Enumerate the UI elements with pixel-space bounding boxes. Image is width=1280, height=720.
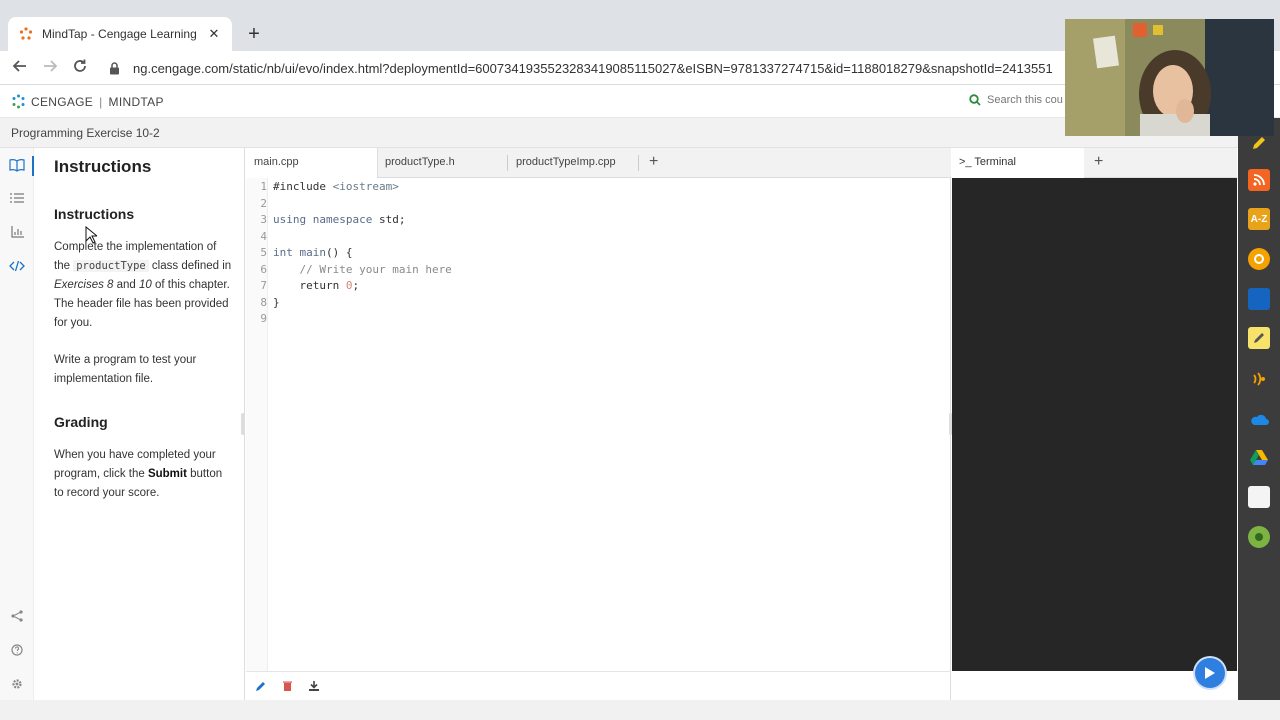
book-icon[interactable] (9, 157, 25, 173)
search-placeholder: Search this cou (987, 94, 1063, 106)
url-text: ng.cengage.com/static/nb/ui/evo/index.ht… (133, 61, 1053, 76)
grading-heading: Grading (54, 414, 108, 430)
code-icon[interactable] (9, 258, 25, 274)
onedrive-cloud-icon[interactable] (1248, 408, 1270, 430)
google-drive-icon[interactable] (1248, 447, 1270, 469)
readspeaker-icon[interactable] (1248, 248, 1270, 270)
tab-producttype-h[interactable]: productType.h (377, 155, 508, 171)
line-number: 2 (260, 196, 267, 210)
line-number: 3 (260, 213, 267, 226)
back-arrow-icon[interactable] (10, 58, 30, 78)
panel-resize-handle[interactable] (241, 413, 245, 435)
lock-icon (105, 62, 123, 75)
download-icon[interactable] (307, 679, 321, 693)
add-terminal-button[interactable]: + (1094, 153, 1103, 171)
exercise-title: Programming Exercise 10-2 (11, 126, 160, 140)
notepad-icon[interactable] (1248, 486, 1270, 508)
line-number-gutter: 1 2 3 4 5 6 7 8 9 (246, 178, 268, 671)
code-line: int main() { (273, 246, 353, 259)
instructions-heading: Instructions (54, 206, 135, 222)
ebook-icon[interactable] (1248, 288, 1270, 310)
reload-icon[interactable] (70, 58, 90, 78)
brand-cengage: CENGAGE (31, 94, 94, 109)
instructions-paragraph-2: Write a program to test your implementat… (54, 354, 197, 385)
tab-close-icon[interactable]: ✕ (206, 26, 222, 42)
code-editor[interactable]: 1 2 3 4 5 6 7 8 9 #include <iostream> using names… (246, 178, 951, 671)
add-file-button[interactable]: + (649, 153, 658, 171)
instructions-paragraph-1: Complete the implementation of the produ… (54, 241, 232, 329)
list-icon[interactable] (9, 190, 25, 206)
line-number: 8 (260, 295, 267, 309)
course-search[interactable]: Search this cou (969, 94, 1063, 106)
left-icon-rail (0, 148, 34, 700)
tab-producttypeimp-cpp[interactable]: productTypeImp.cpp (508, 155, 639, 171)
line-number: 1 (260, 180, 267, 193)
product-type-code: productType (73, 260, 149, 272)
bottom-strip (0, 700, 1280, 720)
line-number: 7 (260, 279, 267, 292)
line-number: 4 (260, 229, 267, 243)
brand-mindtap: MINDTAP (108, 94, 164, 109)
browser-tab[interactable]: MindTap - Cengage Learning ✕ (8, 17, 232, 51)
terminal-output[interactable] (952, 178, 1237, 671)
share-icon[interactable] (9, 608, 25, 624)
terminal-tab-bar: >_ Terminal + (952, 148, 1237, 178)
webcam-video-overlay (1065, 19, 1274, 136)
audio-icon[interactable] (1248, 368, 1270, 390)
tab-title: MindTap - Cengage Learning (42, 27, 197, 41)
instructions-panel-title: Instructions (54, 157, 152, 176)
code-line: #include <iostream> (273, 180, 399, 193)
new-tab-button[interactable]: + (244, 24, 264, 44)
tab-terminal[interactable]: >_ Terminal (952, 148, 1084, 178)
edit-pencil-icon[interactable] (254, 679, 268, 693)
cengage-logo-icon (11, 94, 26, 109)
profile-circle-icon[interactable] (1248, 526, 1270, 548)
rss-icon[interactable] (1248, 169, 1270, 191)
editor-footer (246, 671, 951, 700)
cengage-logo[interactable]: CENGAGE | MINDTAP (11, 94, 164, 109)
instructions-panel: Instructions Instructions Complete the i… (34, 148, 245, 700)
chart-icon[interactable] (9, 224, 25, 240)
line-number: 5 (260, 246, 267, 259)
delete-trash-icon[interactable] (280, 679, 294, 693)
run-play-button[interactable] (1195, 658, 1225, 688)
line-number: 6 (260, 262, 267, 276)
extension-dock: A-Z (1238, 118, 1280, 700)
forward-arrow-icon[interactable] (40, 58, 60, 78)
cengage-favicon-icon (18, 26, 34, 42)
code-line: return 0; (273, 279, 360, 292)
notes-icon[interactable] (1248, 327, 1270, 349)
settings-gear-icon[interactable] (9, 676, 25, 692)
tab-main-cpp[interactable]: main.cpp (246, 148, 378, 178)
grading-paragraph: When you have completed your program, cl… (54, 449, 223, 499)
code-line: using namespace std; (273, 213, 406, 226)
code-line: // Write your main here (273, 262, 452, 276)
brand-separator: | (99, 94, 103, 109)
line-number: 9 (260, 312, 267, 325)
az-dictionary-icon[interactable]: A-Z (1248, 208, 1270, 230)
code-line: } (273, 295, 280, 309)
mouse-cursor-icon (85, 225, 99, 249)
editor-tab-bar: main.cpp productType.h productTypeImp.cp… (246, 148, 951, 178)
search-icon (969, 94, 981, 106)
help-icon[interactable] (9, 642, 25, 658)
